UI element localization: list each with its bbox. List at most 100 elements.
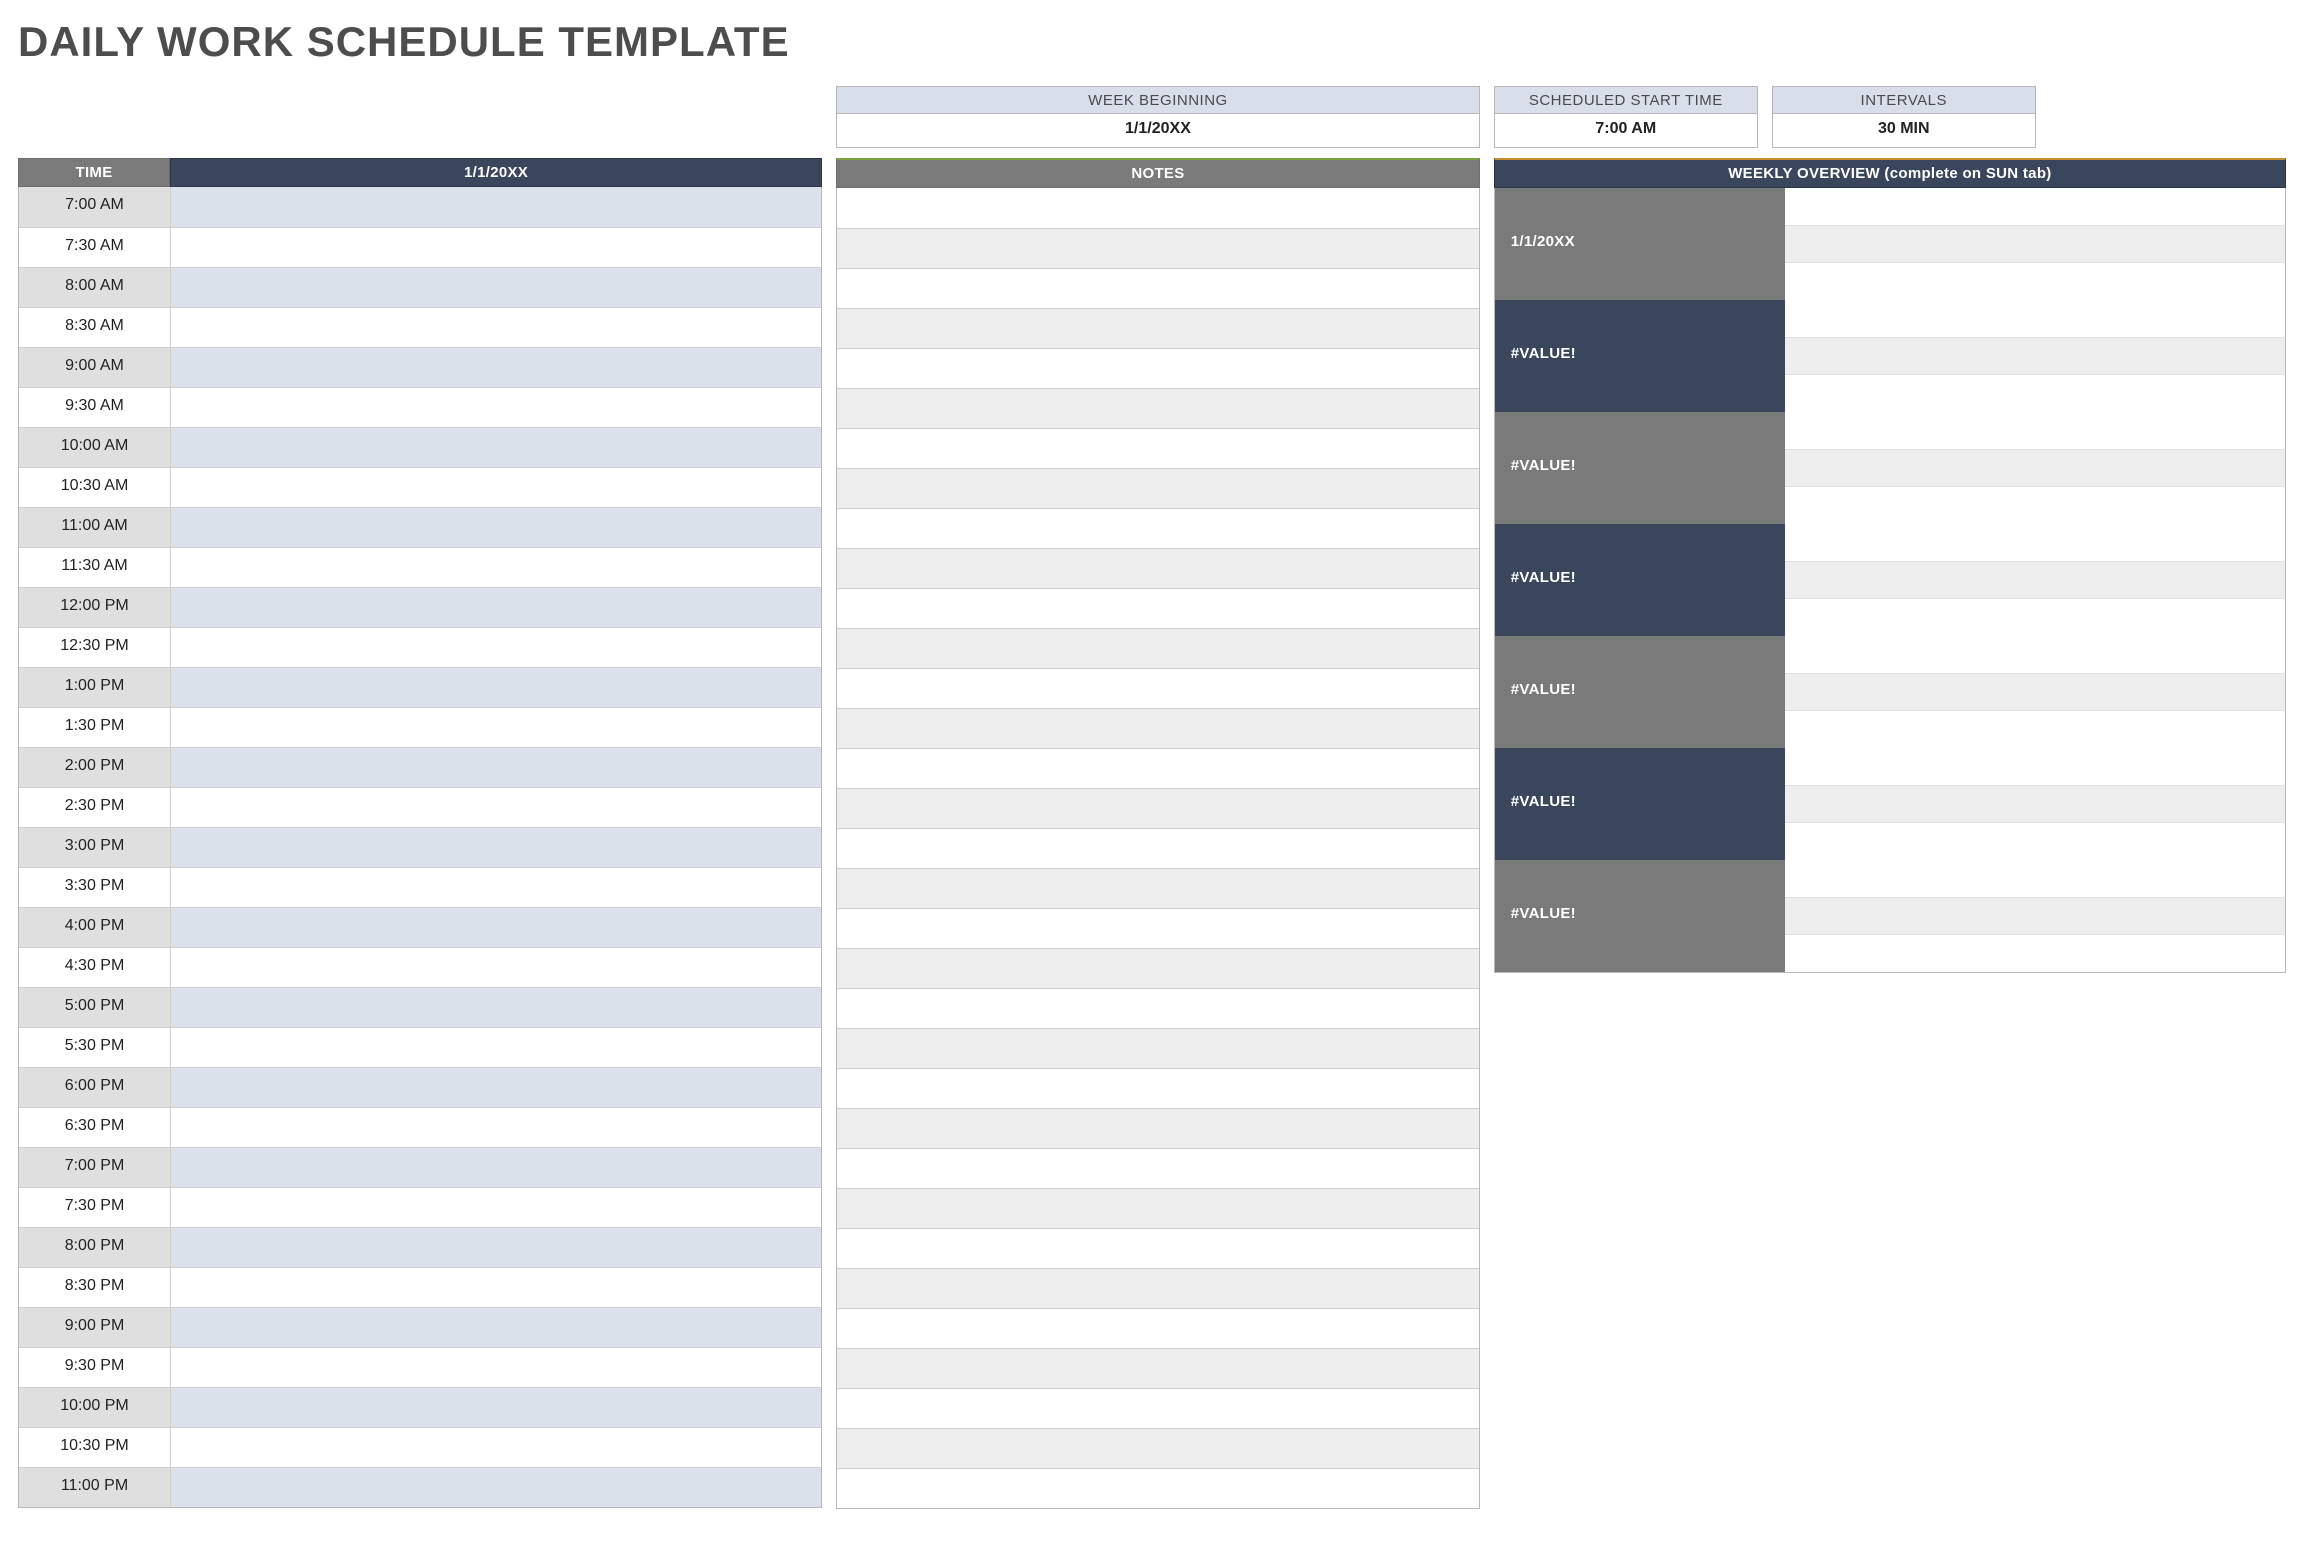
schedule-cell[interactable] xyxy=(171,268,821,307)
overview-cell[interactable] xyxy=(1785,897,2285,935)
notes-row[interactable] xyxy=(837,348,1479,388)
schedule-cell[interactable] xyxy=(171,1268,821,1307)
schedule-cell[interactable] xyxy=(171,908,821,947)
overview-day-label: #VALUE! xyxy=(1495,300,1785,412)
notes-row[interactable] xyxy=(837,628,1479,668)
notes-row[interactable] xyxy=(837,1268,1479,1308)
schedule-cell[interactable] xyxy=(171,508,821,547)
schedule-column: TIME 1/1/20XX 7:00 AM7:30 AM8:00 AM8:30 … xyxy=(18,86,822,1508)
notes-row[interactable] xyxy=(837,1148,1479,1188)
schedule-cell[interactable] xyxy=(171,828,821,867)
overview-cell[interactable] xyxy=(1785,673,2285,711)
schedule-row: 7:00 AM xyxy=(19,187,821,227)
notes-row[interactable] xyxy=(837,828,1479,868)
schedule-cell[interactable] xyxy=(171,708,821,747)
schedule-cell[interactable] xyxy=(171,988,821,1027)
overview-cell[interactable] xyxy=(1785,524,2285,561)
notes-row[interactable] xyxy=(837,1188,1479,1228)
schedule-cell[interactable] xyxy=(171,1468,821,1507)
overview-cell[interactable] xyxy=(1785,598,2285,636)
notes-row[interactable] xyxy=(837,548,1479,588)
overview-cell[interactable] xyxy=(1785,225,2285,263)
schedule-cell[interactable] xyxy=(171,588,821,627)
param-week-beginning: WEEK BEGINNING 1/1/20XX xyxy=(836,86,1480,148)
schedule-cell[interactable] xyxy=(171,1028,821,1067)
schedule-cell[interactable] xyxy=(171,428,821,467)
notes-row[interactable] xyxy=(837,708,1479,748)
schedule-cell[interactable] xyxy=(171,1428,821,1467)
overview-cell[interactable] xyxy=(1785,822,2285,860)
schedule-cell[interactable] xyxy=(171,308,821,347)
schedule-cell[interactable] xyxy=(171,948,821,987)
schedule-cell[interactable] xyxy=(171,788,821,827)
schedule-cell[interactable] xyxy=(171,548,821,587)
overview-cell[interactable] xyxy=(1785,785,2285,823)
notes-row[interactable] xyxy=(837,748,1479,788)
overview-cell[interactable] xyxy=(1785,748,2285,785)
schedule-cell[interactable] xyxy=(171,1188,821,1227)
schedule-cell[interactable] xyxy=(171,468,821,507)
overview-cell[interactable] xyxy=(1785,636,2285,673)
overview-cell[interactable] xyxy=(1785,412,2285,449)
schedule-cell[interactable] xyxy=(171,1348,821,1387)
overview-cell[interactable] xyxy=(1785,934,2285,972)
notes-row[interactable] xyxy=(837,268,1479,308)
schedule-cell[interactable] xyxy=(171,748,821,787)
notes-row[interactable] xyxy=(837,1028,1479,1068)
overview-day-rows xyxy=(1785,188,2285,300)
overview-cell[interactable] xyxy=(1785,486,2285,524)
overview-cell[interactable] xyxy=(1785,300,2285,337)
schedule-cell[interactable] xyxy=(171,1388,821,1427)
schedule-cell[interactable] xyxy=(171,1228,821,1267)
schedule-cell[interactable] xyxy=(171,1308,821,1347)
notes-row[interactable] xyxy=(837,588,1479,628)
schedule-cell[interactable] xyxy=(171,1148,821,1187)
overview-cell[interactable] xyxy=(1785,337,2285,375)
notes-row[interactable] xyxy=(837,1468,1479,1508)
overview-cell[interactable] xyxy=(1785,860,2285,897)
param-week-beginning-value[interactable]: 1/1/20XX xyxy=(837,114,1479,145)
notes-row[interactable] xyxy=(837,908,1479,948)
schedule-cell[interactable] xyxy=(171,1068,821,1107)
notes-row[interactable] xyxy=(837,1428,1479,1468)
schedule-cell[interactable] xyxy=(171,668,821,707)
notes-row[interactable] xyxy=(837,1388,1479,1428)
notes-row[interactable] xyxy=(837,988,1479,1028)
notes-row[interactable] xyxy=(837,868,1479,908)
schedule-cell[interactable] xyxy=(171,187,821,227)
notes-row[interactable] xyxy=(837,1348,1479,1388)
notes-row[interactable] xyxy=(837,1108,1479,1148)
notes-row[interactable] xyxy=(837,1228,1479,1268)
schedule-cell[interactable] xyxy=(171,348,821,387)
param-start-time-value[interactable]: 7:00 AM xyxy=(1495,114,1757,145)
notes-row[interactable] xyxy=(837,668,1479,708)
schedule-header-time: TIME xyxy=(18,158,170,187)
notes-row[interactable] xyxy=(837,1308,1479,1348)
schedule-cell[interactable] xyxy=(171,1108,821,1147)
notes-row[interactable] xyxy=(837,228,1479,268)
notes-row[interactable] xyxy=(837,788,1479,828)
overview-cell[interactable] xyxy=(1785,262,2285,300)
schedule-cell[interactable] xyxy=(171,868,821,907)
param-intervals-value[interactable]: 30 MIN xyxy=(1773,114,2035,145)
overview-day-block: #VALUE! xyxy=(1495,636,2285,748)
notes-row[interactable] xyxy=(837,468,1479,508)
overview-cell[interactable] xyxy=(1785,374,2285,412)
overview-day-rows xyxy=(1785,748,2285,860)
overview-cell[interactable] xyxy=(1785,449,2285,487)
notes-row[interactable] xyxy=(837,308,1479,348)
notes-row[interactable] xyxy=(837,428,1479,468)
schedule-cell[interactable] xyxy=(171,628,821,667)
overview-cell[interactable] xyxy=(1785,188,2285,225)
notes-row[interactable] xyxy=(837,1068,1479,1108)
schedule-row: 4:00 PM xyxy=(19,907,821,947)
overview-cell[interactable] xyxy=(1785,561,2285,599)
notes-row[interactable] xyxy=(837,508,1479,548)
overview-cell[interactable] xyxy=(1785,710,2285,748)
notes-row[interactable] xyxy=(837,388,1479,428)
schedule-cell[interactable] xyxy=(171,228,821,267)
overview-day-block: #VALUE! xyxy=(1495,748,2285,860)
schedule-cell[interactable] xyxy=(171,388,821,427)
notes-row[interactable] xyxy=(837,948,1479,988)
notes-row[interactable] xyxy=(837,188,1479,228)
